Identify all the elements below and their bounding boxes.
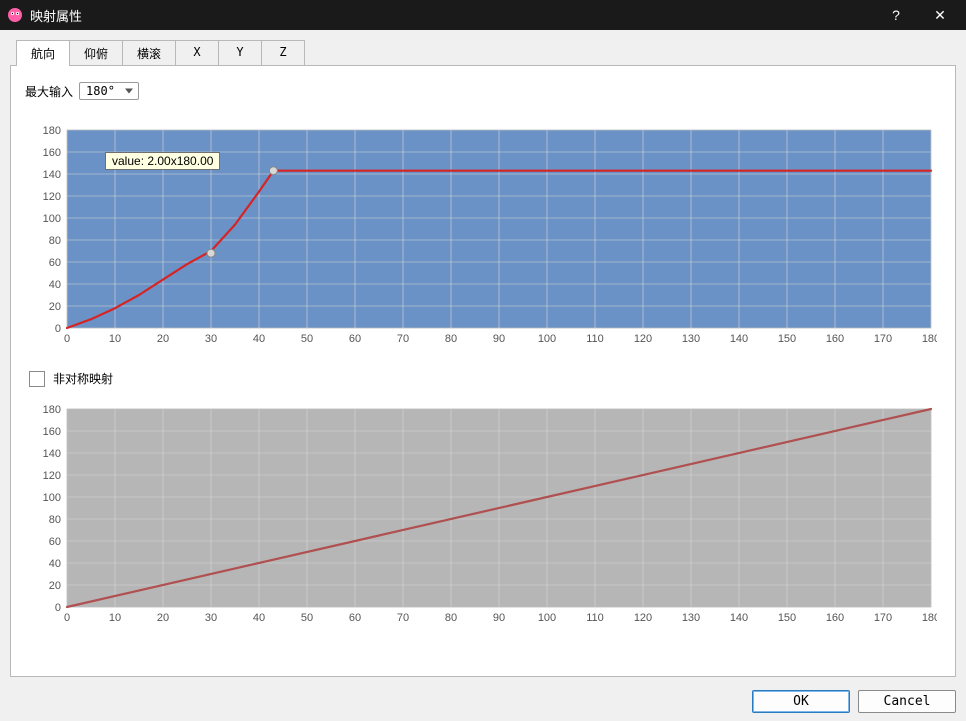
svg-text:110: 110	[586, 612, 604, 624]
svg-text:100: 100	[538, 333, 556, 345]
close-button[interactable]: ✕	[918, 0, 962, 30]
svg-text:30: 30	[205, 333, 217, 345]
svg-text:0: 0	[55, 323, 61, 335]
svg-text:60: 60	[349, 612, 361, 624]
tab-y[interactable]: Y	[218, 40, 262, 66]
cancel-button[interactable]: Cancel	[858, 690, 956, 713]
max-input-combo[interactable]: 180°	[79, 82, 139, 100]
tab-z[interactable]: Z	[261, 40, 305, 66]
chart-bottom-wrap: 0 10 20 30 40 50 60 70 80 90 100 110 120 130 140 150 160…	[25, 401, 941, 631]
svg-text:100: 100	[538, 612, 556, 624]
svg-text:120: 120	[634, 612, 652, 624]
tab-roll[interactable]: 横滚	[122, 40, 176, 66]
svg-text:90: 90	[493, 612, 505, 624]
svg-text:160: 160	[826, 333, 844, 345]
asym-checkbox[interactable]	[29, 371, 45, 387]
svg-text:0: 0	[64, 612, 70, 624]
svg-text:0: 0	[64, 333, 70, 345]
tabstrip: 航向 仰俯 横滚 X Y Z	[16, 40, 956, 66]
max-input-label: 最大输入	[25, 83, 73, 100]
svg-text:20: 20	[157, 612, 169, 624]
max-input-row: 最大输入 180°	[25, 82, 941, 100]
svg-text:80: 80	[49, 514, 61, 526]
svg-text:120: 120	[43, 470, 61, 482]
asym-row: 非对称映射	[29, 370, 941, 387]
svg-text:120: 120	[634, 333, 652, 345]
svg-text:60: 60	[49, 257, 61, 269]
svg-text:110: 110	[586, 333, 604, 345]
svg-text:70: 70	[397, 612, 409, 624]
svg-text:80: 80	[49, 235, 61, 247]
tab-x[interactable]: X	[175, 40, 219, 66]
svg-text:50: 50	[301, 333, 313, 345]
svg-text:170: 170	[874, 333, 892, 345]
svg-text:180: 180	[43, 125, 61, 137]
chart-tooltip: value: 2.00x180.00	[105, 152, 220, 170]
svg-text:40: 40	[253, 612, 265, 624]
svg-text:10: 10	[109, 612, 121, 624]
svg-text:70: 70	[397, 333, 409, 345]
titlebar: 映射属性 ? ✕	[0, 0, 966, 30]
svg-text:90: 90	[493, 333, 505, 345]
svg-text:180: 180	[922, 612, 937, 624]
svg-text:80: 80	[445, 612, 457, 624]
svg-text:30: 30	[205, 612, 217, 624]
svg-text:20: 20	[49, 301, 61, 313]
chart-top-wrap: 0 10 20 30 40 50 60 70 80 90 100 110 120 130 140 150 160…	[25, 122, 941, 352]
svg-text:140: 140	[730, 612, 748, 624]
tab-pitch[interactable]: 仰俯	[69, 40, 123, 66]
svg-text:180: 180	[43, 404, 61, 416]
svg-text:60: 60	[49, 536, 61, 548]
tab-panel: 最大输入 180° 010203040506070809010011012013…	[10, 65, 956, 677]
window-title: 映射属性	[30, 6, 82, 25]
svg-text:100: 100	[43, 213, 61, 225]
dialog-body: 航向 仰俯 横滚 X Y Z 最大输入 180° 0 10 20 30 40 50 60 70…	[0, 30, 966, 721]
svg-text:40: 40	[49, 558, 61, 570]
svg-text:120: 120	[43, 191, 61, 203]
svg-text:10: 10	[109, 333, 121, 345]
svg-text:140: 140	[43, 169, 61, 181]
svg-text:80: 80	[445, 333, 457, 345]
asym-label: 非对称映射	[53, 370, 113, 387]
max-input-value: 180°	[86, 84, 115, 98]
help-button[interactable]: ?	[874, 0, 918, 30]
svg-text:40: 40	[49, 279, 61, 291]
svg-text:100: 100	[43, 492, 61, 504]
tab-yaw[interactable]: 航向	[16, 40, 70, 66]
svg-text:0: 0	[55, 602, 61, 614]
chart-bottom[interactable]: 0 10 20 30 40 50 60 70 80 90 100 110 120 130 140 150 160…	[25, 401, 937, 631]
svg-text:160: 160	[43, 426, 61, 438]
svg-text:150: 150	[778, 333, 796, 345]
svg-text:20: 20	[157, 333, 169, 345]
svg-text:180: 180	[922, 333, 937, 345]
svg-text:130: 130	[682, 333, 700, 345]
svg-text:160: 160	[43, 147, 61, 159]
svg-text:150: 150	[778, 612, 796, 624]
svg-text:20: 20	[49, 580, 61, 592]
svg-text:160: 160	[826, 612, 844, 624]
svg-text:40: 40	[253, 333, 265, 345]
svg-text:50: 50	[301, 612, 313, 624]
svg-text:140: 140	[730, 333, 748, 345]
svg-text:60: 60	[349, 333, 361, 345]
app-icon	[6, 6, 24, 24]
svg-text:130: 130	[682, 612, 700, 624]
dialog-buttons: OK Cancel	[752, 690, 956, 713]
ok-button[interactable]: OK	[752, 690, 850, 713]
svg-text:170: 170	[874, 612, 892, 624]
svg-text:140: 140	[43, 448, 61, 460]
